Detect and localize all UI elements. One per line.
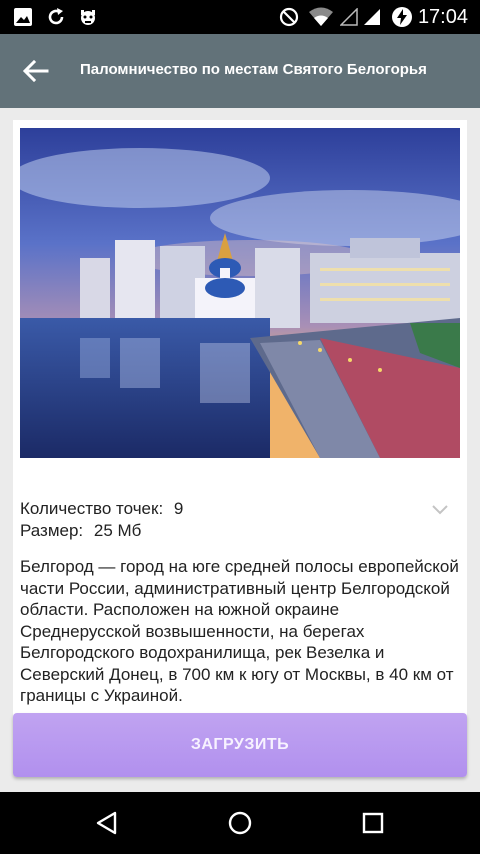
signal-empty-icon [339,6,359,28]
back-triangle-icon[interactable] [90,806,124,840]
points-value: 9 [173,499,184,518]
arrow-left-icon [23,60,49,82]
points-row: Количество точек: 9 [20,498,183,520]
download-button-label: ЗАГРУЗИТЬ [190,736,290,753]
tour-photo [20,128,460,458]
home-circle-icon[interactable] [223,806,257,840]
page-title: Паломничество по местам Святого Белогорь… [80,61,427,78]
chevron-down-icon[interactable] [431,503,449,515]
recents-square-icon[interactable] [356,806,390,840]
image-icon [12,6,34,28]
size-value: 25 Мб [93,521,142,540]
android-debug-icon [76,6,100,28]
points-label: Количество точек: [20,499,164,518]
sync-icon [45,6,67,28]
size-row: Размер: 25 Мб [20,520,183,542]
do-not-disturb-icon [278,6,300,28]
signal-icon [362,6,382,28]
status-bar: 17:04 [0,0,480,34]
size-label: Размер: [20,521,84,540]
wifi-icon [308,6,334,28]
tour-description: Белгород — город на юге средней полосы е… [20,557,459,705]
back-button[interactable] [18,53,54,89]
status-time: 17:04 [417,6,468,28]
battery-charging-icon [391,6,413,28]
tour-meta: Количество точек: 9 Размер: 25 Мб [20,498,183,542]
system-nav-bar [0,792,480,854]
download-button[interactable]: ЗАГРУЗИТЬ [13,713,467,777]
app-bar: Паломничество по местам Святого Белогорь… [0,34,480,108]
tour-card: Количество точек: 9 Размер: 25 Мб Белгор… [13,120,467,720]
